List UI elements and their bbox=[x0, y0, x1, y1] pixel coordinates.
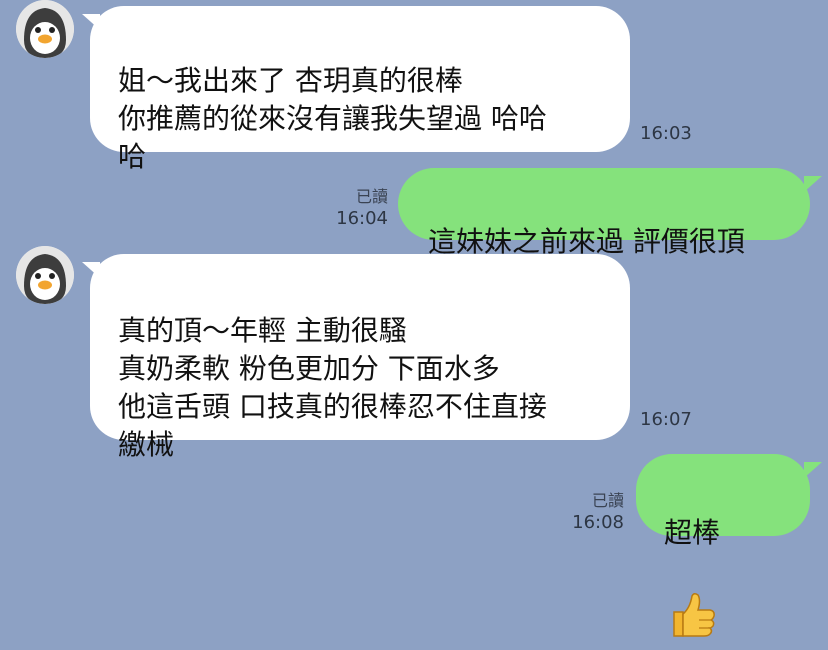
message-text: 真的頂～年輕 主動很騷 真奶柔軟 粉色更加分 下面水多 他這舌頭 口技真的很棒忍… bbox=[118, 314, 547, 461]
thumbs-up-icon bbox=[668, 552, 718, 650]
message-bubble-incoming[interactable]: 真的頂～年輕 主動很騷 真奶柔軟 粉色更加分 下面水多 他這舌頭 口技真的很棒忍… bbox=[90, 254, 630, 461]
contact-avatar[interactable] bbox=[16, 0, 74, 58]
message-text: 姐～我出來了 杏玥真的很棒 你推薦的從來沒有讓我失望過 哈哈 哈 bbox=[118, 64, 547, 173]
bubble-tail bbox=[804, 462, 822, 478]
penguin-avatar-icon bbox=[16, 0, 74, 58]
message-bubble-incoming[interactable]: 姐～我出來了 杏玥真的很棒 你推薦的從來沒有讓我失望過 哈哈 哈 bbox=[90, 6, 630, 173]
message-meta: 已讀 16:08 bbox=[566, 490, 624, 534]
message-time: 16:04 bbox=[336, 208, 388, 229]
penguin-avatar-icon bbox=[16, 246, 74, 304]
message-time: 16:03 bbox=[640, 123, 692, 144]
contact-avatar[interactable] bbox=[16, 246, 74, 304]
message-bubble-outgoing[interactable]: 超棒 bbox=[636, 454, 810, 637]
message-time: 16:07 bbox=[640, 409, 692, 430]
message-text: 超棒 bbox=[664, 516, 721, 549]
bubble-tail bbox=[804, 176, 822, 192]
message-bubble-outgoing[interactable]: 這妹妹之前來過 評價很頂 bbox=[398, 168, 810, 258]
read-receipt: 已讀 bbox=[591, 491, 624, 510]
message-time: 16:08 bbox=[572, 512, 624, 533]
message-meta: 已讀 16:04 bbox=[330, 186, 388, 230]
read-receipt: 已讀 bbox=[355, 187, 388, 206]
